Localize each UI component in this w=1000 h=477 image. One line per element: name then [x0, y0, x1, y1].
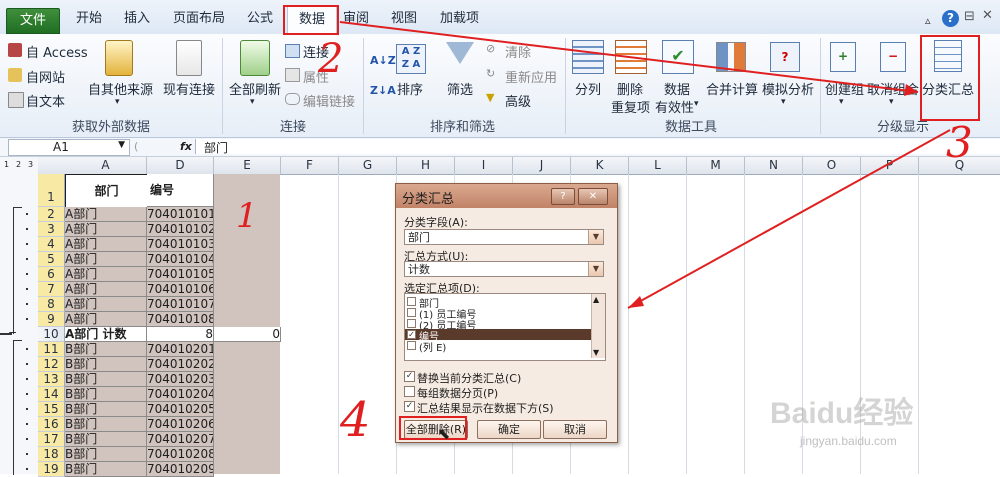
watermark-url: jingyan.baidu.com [800, 434, 897, 448]
mouse-pointer-icon: ⬉ [437, 424, 451, 443]
arrow-line [339, 21, 919, 93]
annotation-number-3: 3 [946, 118, 973, 167]
highlight-box-remove-all [399, 416, 467, 440]
annotation-number-2: 2 [318, 36, 344, 82]
annotation-number-1: 1 [236, 196, 258, 236]
highlight-box-data-tab [283, 5, 339, 35]
highlight-box-subtotal [920, 35, 980, 121]
arrowhead [628, 296, 644, 308]
watermark-brand: Baidu经验 [770, 397, 914, 430]
arrowhead [904, 84, 918, 96]
annotation-number-4: 4 [340, 392, 371, 448]
arrow-line [627, 129, 951, 309]
